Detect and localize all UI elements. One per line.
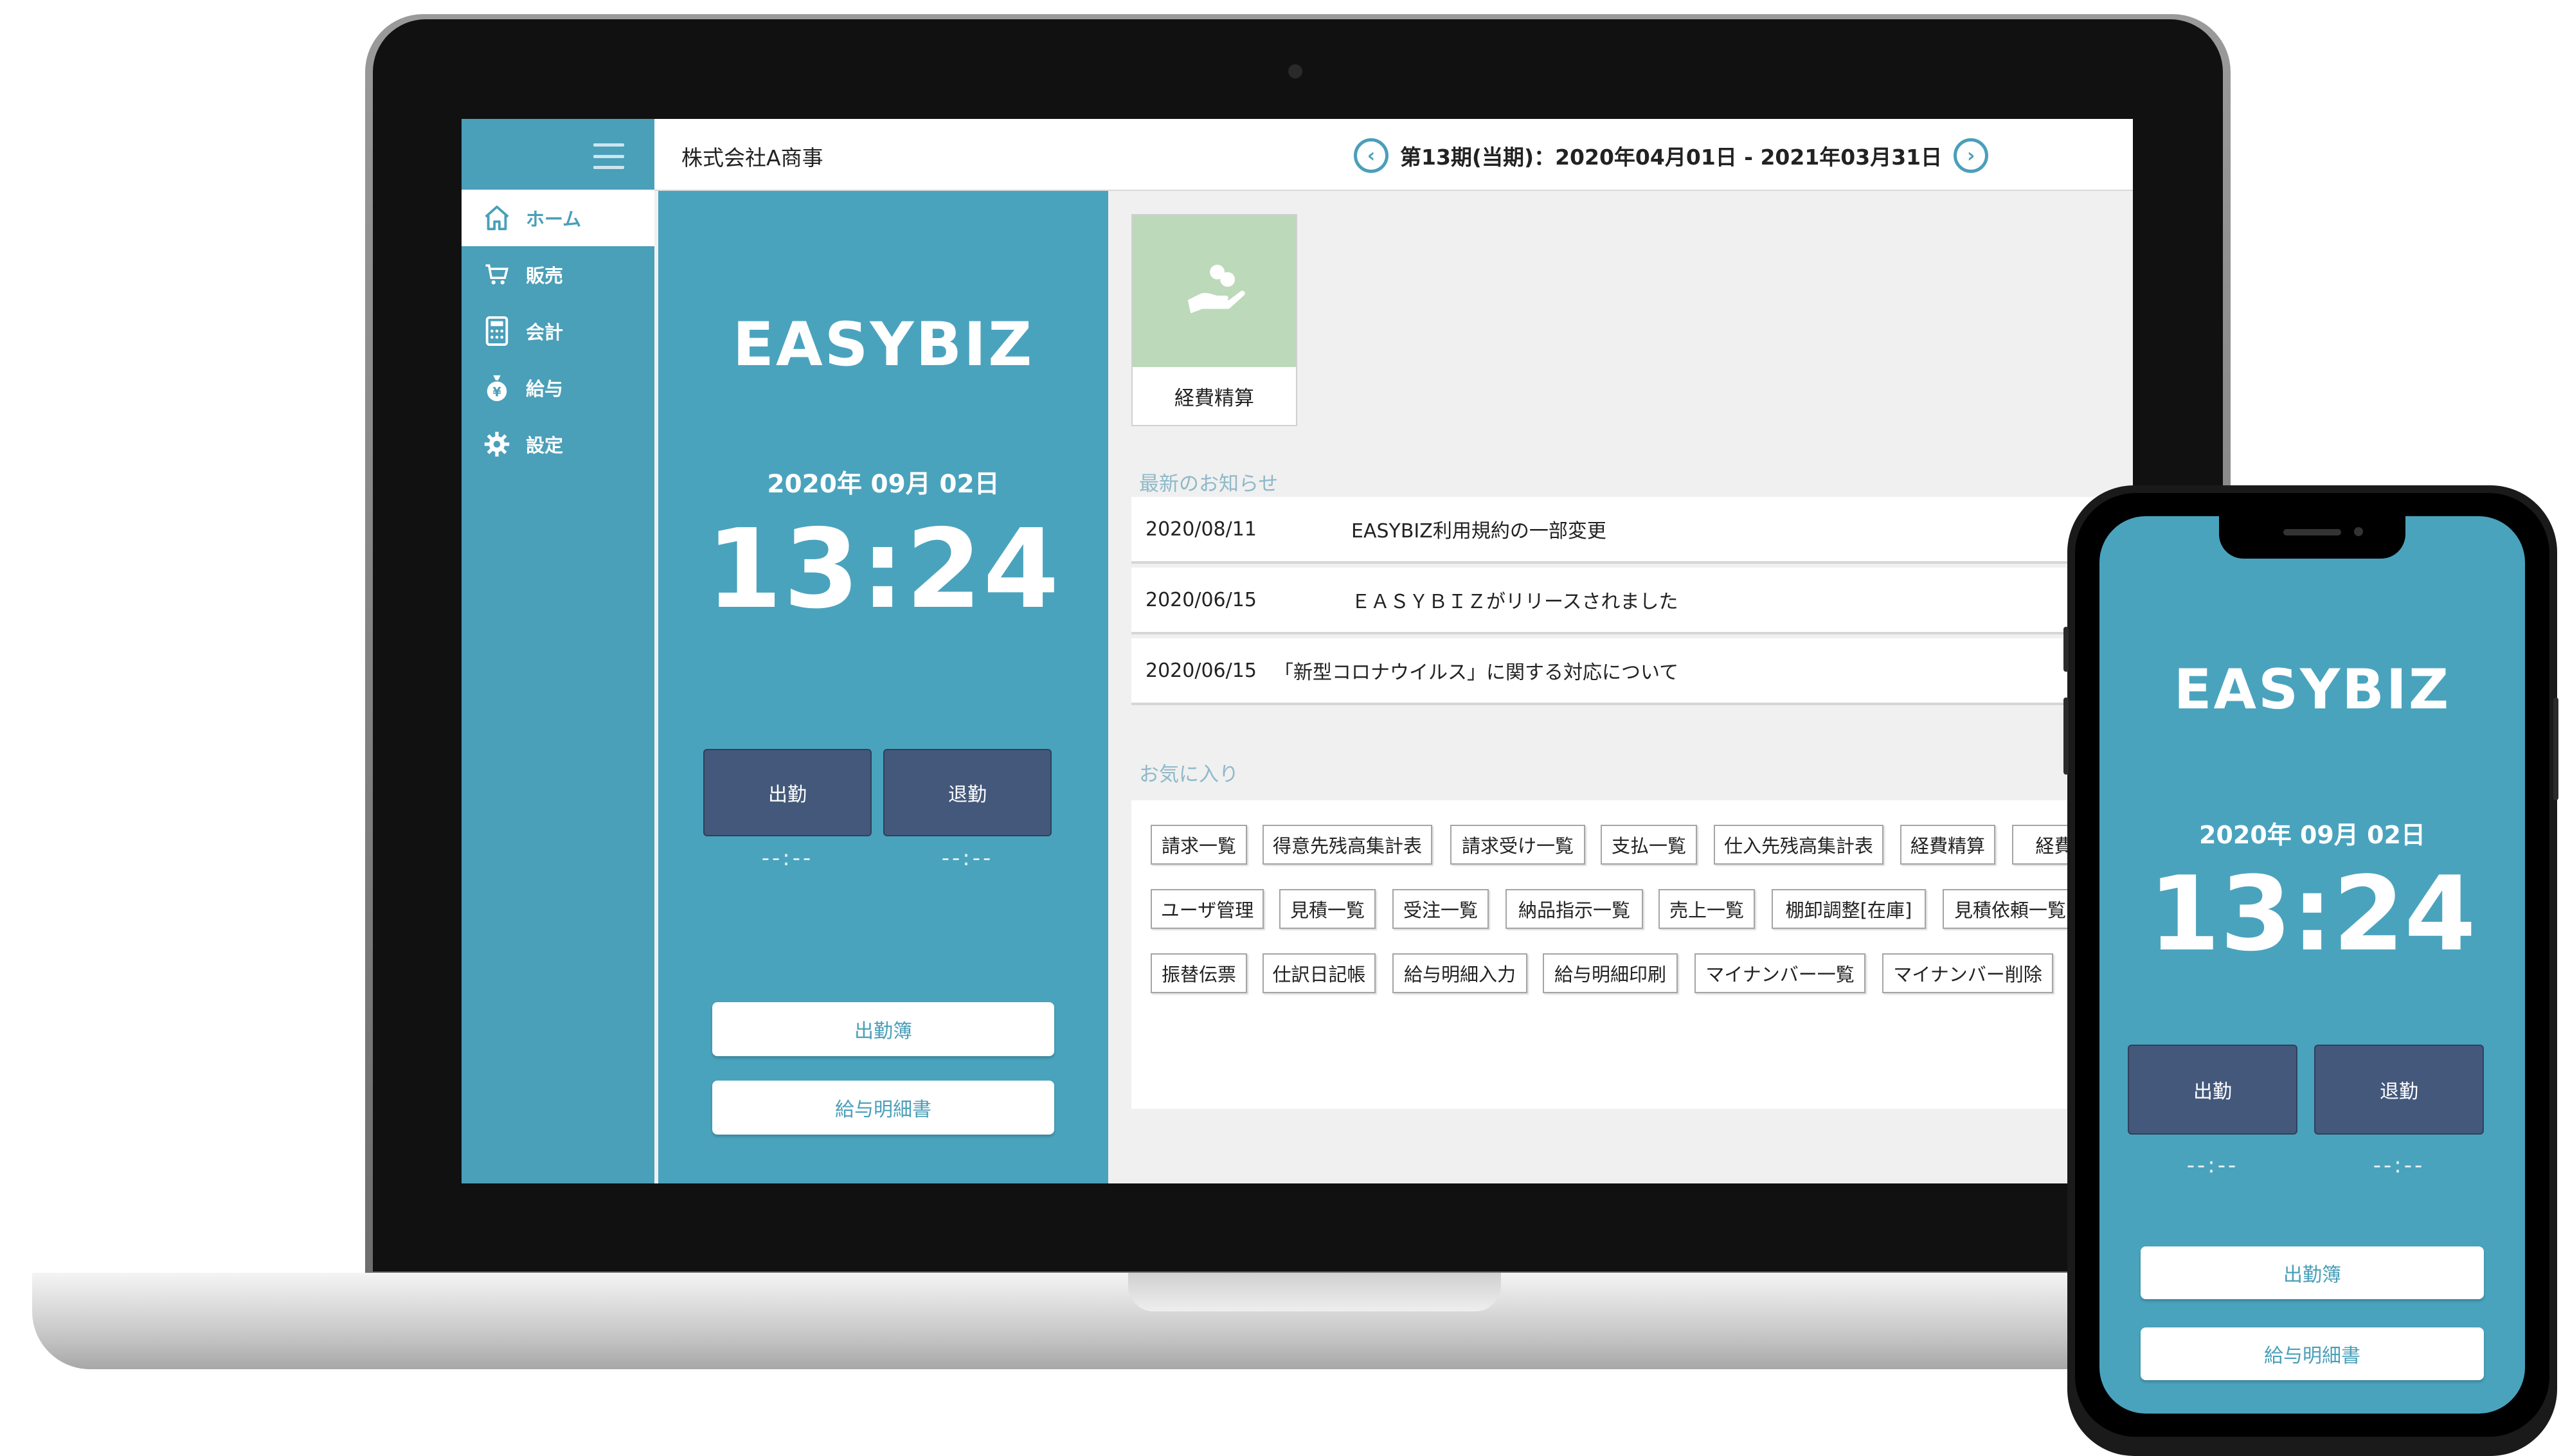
sidebar: ホーム 販売 会計 ¥ 給与 設定 [462,119,654,1183]
hamburger-menu-icon[interactable] [593,143,624,169]
fiscal-period-selector: ‹ 第13期(当期)：2020年04月01日 - 2021年03月31日 › [1342,136,2000,175]
news-text: EASYBIZ利用規約の一部変更 [1351,520,1606,543]
fiscal-period-label: 第13期(当期)：2020年04月01日 - 2021年03月31日 [1400,145,1943,170]
laptop-base [32,1273,2192,1369]
favorite-link[interactable]: ユーザ管理 [1151,889,1264,929]
company-name: 株式会社A商事 [681,145,823,170]
favorite-link[interactable]: 給与明細印刷 [1543,953,1678,993]
sidebar-item-label: ホーム [526,208,582,230]
favorite-link[interactable]: 受注一覧 [1392,889,1489,929]
favorite-link[interactable]: 納品指示一覧 [1505,889,1643,929]
favorite-link[interactable]: 見積一覧 [1279,889,1376,929]
favorites-section-title: お気に入り [1139,763,1239,786]
cart-icon [481,258,513,291]
home-icon [481,202,513,234]
phone-side-button [2063,627,2069,672]
sidebar-item-label: 販売 [526,265,564,287]
news-date: 2020/08/11 [1146,517,1257,541]
clock-out-button[interactable]: 退勤 [883,749,1052,836]
news-date: 2020/06/15 [1146,659,1257,682]
clock-out-time: --:-- [941,845,994,871]
favorite-link[interactable]: 得意先残高集計表 [1263,825,1432,865]
sidebar-item-label: 会計 [526,321,564,343]
phone-power-button [2553,697,2558,800]
tile-label: 経費精算 [1174,386,1254,410]
chevron-left-icon[interactable]: ‹ [1354,138,1388,173]
mobile-app-screen: EASYBIZ 2020年 09月 02日 13:24 出勤 退勤 --:-- … [2099,516,2525,1414]
chevron-right-icon[interactable]: › [1954,138,1989,173]
payslip-button[interactable]: 給与明細書 [2141,1327,2484,1380]
current-time: 13:24 [706,506,1061,633]
sidebar-item-accounting[interactable]: 会計 [462,303,654,359]
clock-in-time: --:-- [2186,1153,2239,1178]
news-text: ＥＡＳＹＢＩＺがリリースされました [1351,591,1678,613]
current-time: 13:24 [2148,854,2476,974]
hand-coin-icon [1133,215,1296,367]
favorite-link[interactable]: 給与明細入力 [1392,953,1527,993]
sidebar-item-payroll[interactable]: ¥ 給与 [462,359,654,416]
favorite-link[interactable]: 経費精算 [1900,825,1995,865]
current-date: 2020年 09月 02日 [2199,821,2425,849]
favorite-link[interactable]: マイナンバー一覧 [1694,953,1865,993]
favorite-link[interactable]: 仕訳日記帳 [1263,953,1376,993]
clock-in-button[interactable]: 出勤 [2128,1045,2297,1135]
sidebar-item-label: 給与 [526,378,564,400]
money-bag-icon: ¥ [481,372,513,404]
desktop-app-screen: ホーム 販売 会計 ¥ 給与 設定 株式会社A商事 ‹ 第13期(当期)：202… [462,119,2133,1183]
favorite-link[interactable]: 請求一覧 [1151,825,1247,865]
news-item[interactable]: 2020/08/11 EASYBIZ利用規約の一部変更 [1131,497,2133,564]
sidebar-item-home[interactable]: ホーム [462,190,654,246]
svg-text:¥: ¥ [492,384,501,399]
phone-bezel: EASYBIZ 2020年 09月 02日 13:24 出勤 退勤 --:-- … [2075,493,2549,1437]
calculator-icon [481,315,513,347]
favorite-link[interactable]: 棚卸調整[在庫] [1772,889,1926,929]
clock-in-time: --:-- [761,845,814,871]
brand-logo: EASYBIZ [732,310,1034,380]
gear-icon [481,428,513,460]
sidebar-item-label: 設定 [526,435,564,456]
news-item[interactable]: 2020/06/15 「新型コロナウイルス」に関する対応について [1131,638,2133,705]
phone-notch [2219,516,2405,559]
favorites-panel: 請求一覧 得意先残高集計表 請求受け一覧 支払一覧 仕入先残高集計表 経費精算 … [1131,800,2133,1109]
top-bar: 株式会社A商事 ‹ 第13期(当期)：2020年04月01日 - 2021年03… [654,119,2133,191]
news-text: 「新型コロナウイルス」に関する対応について [1274,661,1679,684]
sidebar-item-sales[interactable]: 販売 [462,246,654,303]
clock-in-button[interactable]: 出勤 [703,749,872,836]
favorite-link[interactable]: 振替伝票 [1151,953,1247,993]
laptop-notch [1128,1273,1501,1311]
current-date: 2020年 09月 02日 [767,470,1000,499]
clock-out-button[interactable]: 退勤 [2314,1045,2484,1135]
news-date: 2020/06/15 [1146,588,1257,611]
favorite-link[interactable]: 仕入先残高集計表 [1714,825,1883,865]
timecard-panel: EASYBIZ 2020年 09月 02日 13:24 出勤 退勤 --:-- … [658,191,1108,1183]
laptop-camera [1288,64,1302,78]
phone-volume-button [2063,697,2069,775]
payslip-button[interactable]: 給与明細書 [712,1081,1054,1135]
favorite-link[interactable]: 見積依頼一覧 [1943,889,2078,929]
brand-logo: EASYBIZ [2173,658,2451,722]
expense-shortcut-tile[interactable]: 経費精算 [1131,214,1297,426]
favorite-link[interactable]: 請求受け一覧 [1450,825,1585,865]
smartphone-frame: EASYBIZ 2020年 09月 02日 13:24 出勤 退勤 --:-- … [2063,485,2558,1456]
news-item[interactable]: 2020/06/15 ＥＡＳＹＢＩＺがリリースされました [1131,568,2133,634]
clock-out-time: --:-- [2373,1153,2425,1178]
attendance-book-button[interactable]: 出勤簿 [712,1002,1054,1056]
news-section-title: 最新のお知らせ [1139,472,1279,496]
main-content: 経費精算 最新のお知らせ 2020/08/11 EASYBIZ利用規約の一部変更… [1108,191,2133,1183]
favorite-link[interactable]: 売上一覧 [1658,889,1755,929]
phone-camera [2354,527,2363,536]
favorite-link[interactable]: 支払一覧 [1601,825,1697,865]
attendance-book-button[interactable]: 出勤簿 [2141,1246,2484,1299]
phone-speaker [2283,529,2341,535]
favorite-link[interactable]: マイナンバー削除 [1882,953,2053,993]
sidebar-item-settings[interactable]: 設定 [462,416,654,472]
sidebar-nav: ホーム 販売 会計 ¥ 給与 設定 [462,190,654,472]
